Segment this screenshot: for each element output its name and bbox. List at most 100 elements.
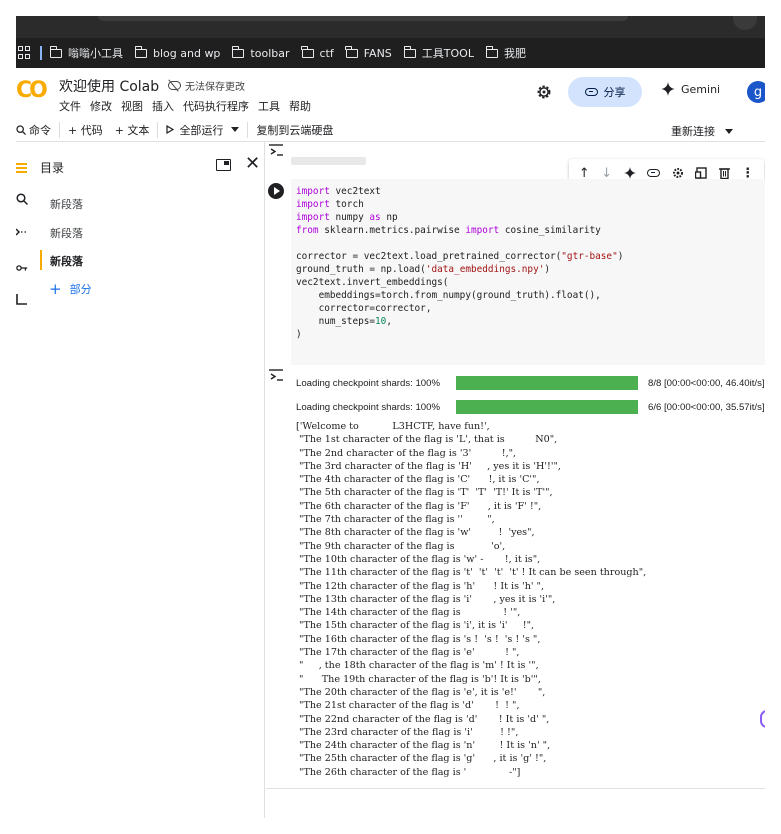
code-token: "gtr-base" [561, 251, 618, 262]
delete-icon[interactable] [718, 167, 730, 179]
code-token: 'data_embeddings.npy' [425, 264, 545, 275]
output-line: "The 7th character of the flag is '' ", [296, 514, 495, 526]
mirror-cell-icon[interactable] [695, 167, 707, 179]
bookmark-folder[interactable]: 我肥 [485, 45, 526, 61]
menu-runtime[interactable]: 代码执行程序 [183, 98, 249, 114]
run-all-button[interactable]: 全部运行 [166, 122, 240, 138]
toolbar-divider [157, 121, 159, 138]
output-toggle-icon[interactable] [268, 369, 284, 381]
output-line: "The 26th character of the flag is ' -"] [296, 766, 521, 778]
output-line: "The 23rd character of the flag is 'i' !… [296, 726, 519, 738]
folder-icon [134, 45, 147, 58]
folder-icon [345, 45, 358, 58]
code-token: import [465, 225, 500, 236]
reconnect-button[interactable]: 重新连接 [671, 123, 733, 139]
toc-entry[interactable]: 新段落 [50, 225, 83, 241]
search-icon [16, 124, 26, 135]
code-line: corrector = vec2text.load_pretrained_cor… [296, 250, 623, 263]
apps-grid-icon[interactable] [18, 46, 32, 60]
output-line: "The 22nd character of the flag is 'd' !… [296, 713, 550, 725]
plus-icon: + [49, 280, 62, 298]
chevron-down-icon[interactable] [725, 128, 733, 134]
bookmark-folder[interactable]: blog and wp [134, 45, 220, 60]
profile-icon[interactable] [733, 16, 757, 30]
colab-logo[interactable]: CO [16, 78, 48, 103]
run-cell-button[interactable] [268, 183, 284, 199]
code-line: import torch [296, 198, 623, 211]
close-icon[interactable]: ✕ [245, 153, 260, 174]
open-in-window-icon[interactable] [216, 159, 231, 171]
settings-gear-icon[interactable] [535, 83, 553, 101]
gemini-sparkle-icon[interactable] [623, 167, 636, 179]
toc-menu-icon[interactable] [16, 162, 27, 173]
notebook-title[interactable]: 欢迎使用 Colab [59, 76, 159, 96]
link-icon [584, 88, 598, 96]
code-line: from sklearn.metrics.pairwise import cos… [296, 224, 623, 237]
output-line: "The 4th character of the flag is 'C' !,… [296, 474, 540, 486]
progress-stats: 8/8 [00:00<00:00, 46.40it/s] [648, 377, 765, 389]
menu-insert[interactable]: 插入 [152, 98, 174, 114]
command-palette-button[interactable]: 命令 [16, 122, 51, 138]
output-line: "The 21st character of the flag is 'd' !… [296, 700, 520, 712]
command-label: 命令 [29, 123, 51, 137]
code-token: as [369, 212, 381, 223]
output-line: "The 13th character of the flag is 'i' ,… [296, 593, 556, 605]
bookmark-label: 嗡嗡小工具 [68, 47, 123, 60]
output-toggle-icon[interactable] [268, 144, 284, 156]
add-code-label: + 代码 [68, 123, 103, 137]
folder-icon [485, 45, 498, 58]
link-icon[interactable] [647, 169, 661, 177]
bookmark-folder[interactable]: 嗡嗡小工具 [49, 45, 123, 61]
bookmark-folder[interactable]: FANS [345, 45, 392, 60]
code-token: ground_truth = np.load( [296, 264, 426, 275]
bookmark-folder[interactable]: toolbar [232, 45, 290, 60]
output-line: "The 9th character of the flag is 'o', [296, 540, 506, 552]
progress-stats: 6/6 [00:00<00:00, 35.57it/s] [648, 401, 765, 413]
copy-to-drive-button[interactable]: 复制到云端硬盘 [256, 122, 333, 138]
menu-edit[interactable]: 修改 [90, 98, 112, 114]
bookmarks-divider [40, 46, 42, 60]
output-line: "The 2nd character of the flag is '3' !,… [296, 447, 517, 459]
secrets-key-icon[interactable] [16, 262, 28, 274]
share-button[interactable]: 分享 [568, 77, 642, 107]
code-line: ) [296, 328, 623, 341]
menu-file[interactable]: 文件 [59, 98, 81, 114]
chevron-down-icon[interactable] [231, 127, 240, 132]
files-folder-icon[interactable] [16, 293, 28, 305]
add-section-button[interactable]: + 部分 [49, 280, 92, 298]
output-line: "The 5th character of the flag is 'T' 'T… [296, 487, 553, 499]
sparkle-icon [661, 82, 675, 96]
output-line: "The 24th character of the flag is 'n' !… [296, 740, 551, 752]
cell-output: Loading checkpoint shards: 100% 8/8 [00:… [266, 369, 765, 791]
code-token: numpy [329, 212, 370, 223]
code-line: embeddings=torch.from_numpy(ground_truth… [296, 289, 623, 302]
code-token: ) [296, 329, 302, 340]
reconnect-label: 重新连接 [671, 125, 715, 138]
toc-entry-active[interactable]: 新段落 [50, 253, 83, 269]
add-text-button[interactable]: + 文本 [115, 122, 150, 138]
screen: 嗡嗡小工具 blog and wp toolbar ctf FANS 工具TOO… [16, 16, 765, 818]
menu-bar: 文件 修改 视图 插入 代码执行程序 工具 帮助 [59, 98, 311, 114]
menu-tools[interactable]: 工具 [258, 98, 280, 114]
bookmarks-bar: 嗡嗡小工具 blog and wp toolbar ctf FANS 工具TOO… [16, 38, 765, 68]
avatar[interactable]: g [747, 81, 765, 103]
gear-icon[interactable] [672, 167, 684, 179]
address-bar[interactable] [98, 16, 628, 21]
gemini-button[interactable]: Gemini [661, 82, 720, 96]
previous-output-scrollbar[interactable] [291, 157, 366, 165]
add-section-label: 部分 [69, 283, 92, 296]
menu-view[interactable]: 视图 [121, 98, 143, 114]
toc-entry[interactable]: 新段落 [50, 196, 83, 212]
bookmark-folder[interactable]: ctf [301, 45, 334, 60]
add-code-button[interactable]: + 代码 [68, 122, 103, 138]
bookmark-label: 我肥 [503, 47, 526, 60]
menu-help[interactable]: 帮助 [289, 98, 311, 114]
code-token: np [380, 212, 398, 223]
code-text[interactable]: import vec2text import torch import numpy … [296, 185, 623, 341]
toolbar-divider [247, 121, 249, 138]
bookmark-folder[interactable]: 工具TOOL [403, 45, 474, 61]
search-rail-icon[interactable] [16, 193, 28, 205]
output-line: "The 20th character of the flag is 'e', … [296, 686, 546, 698]
code-snippets-icon[interactable] [16, 226, 28, 238]
floating-assistant-icon[interactable] [760, 710, 765, 728]
